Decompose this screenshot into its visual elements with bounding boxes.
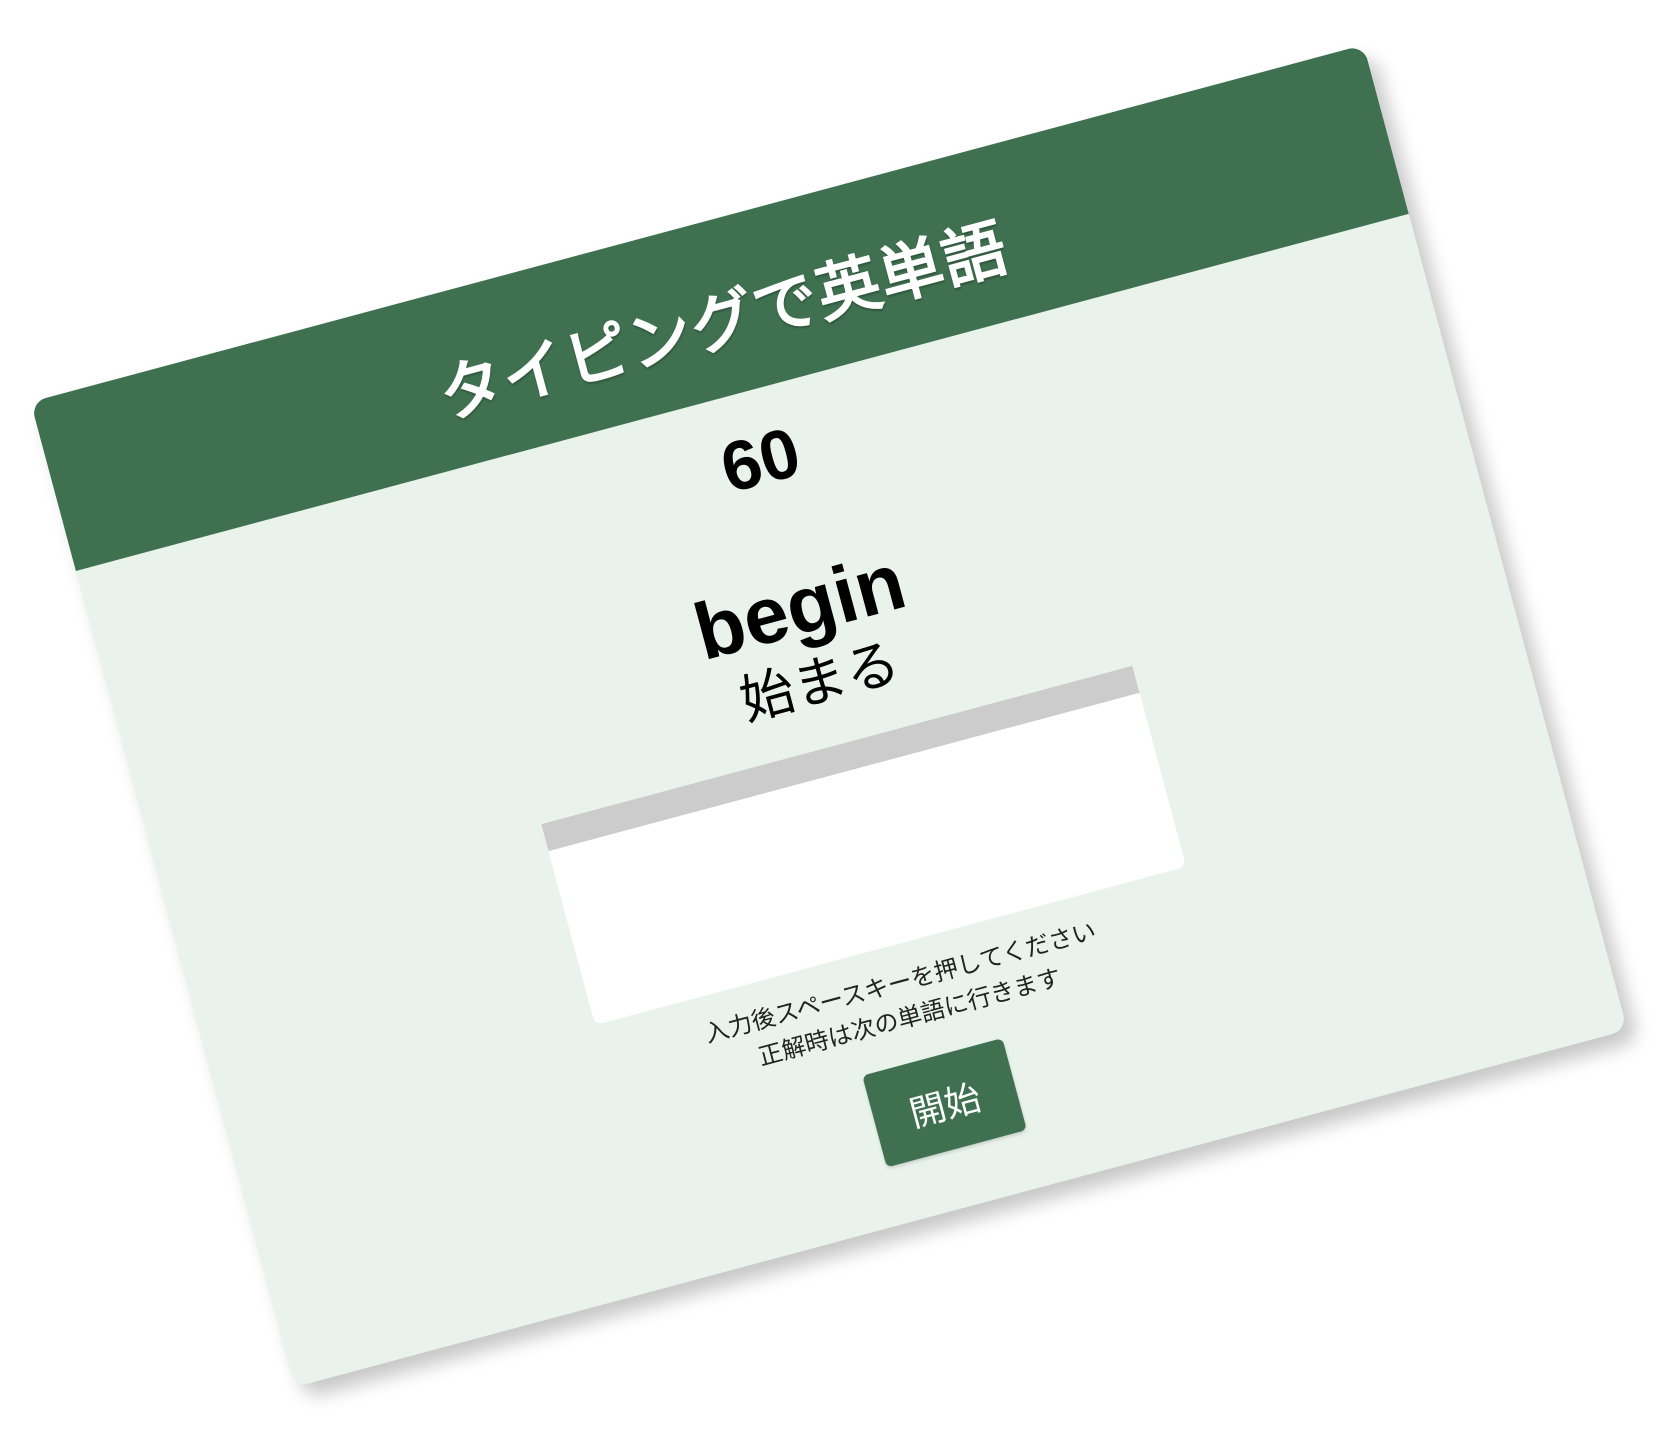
start-button[interactable]: 開始	[862, 1038, 1027, 1168]
screen: タイピングで英単語 60 begin 始まる 入力後スペースキーを押してください…	[0, 0, 1668, 1449]
typing-game-card: タイピングで英単語 60 begin 始まる 入力後スペースキーを押してください…	[30, 44, 1628, 1388]
